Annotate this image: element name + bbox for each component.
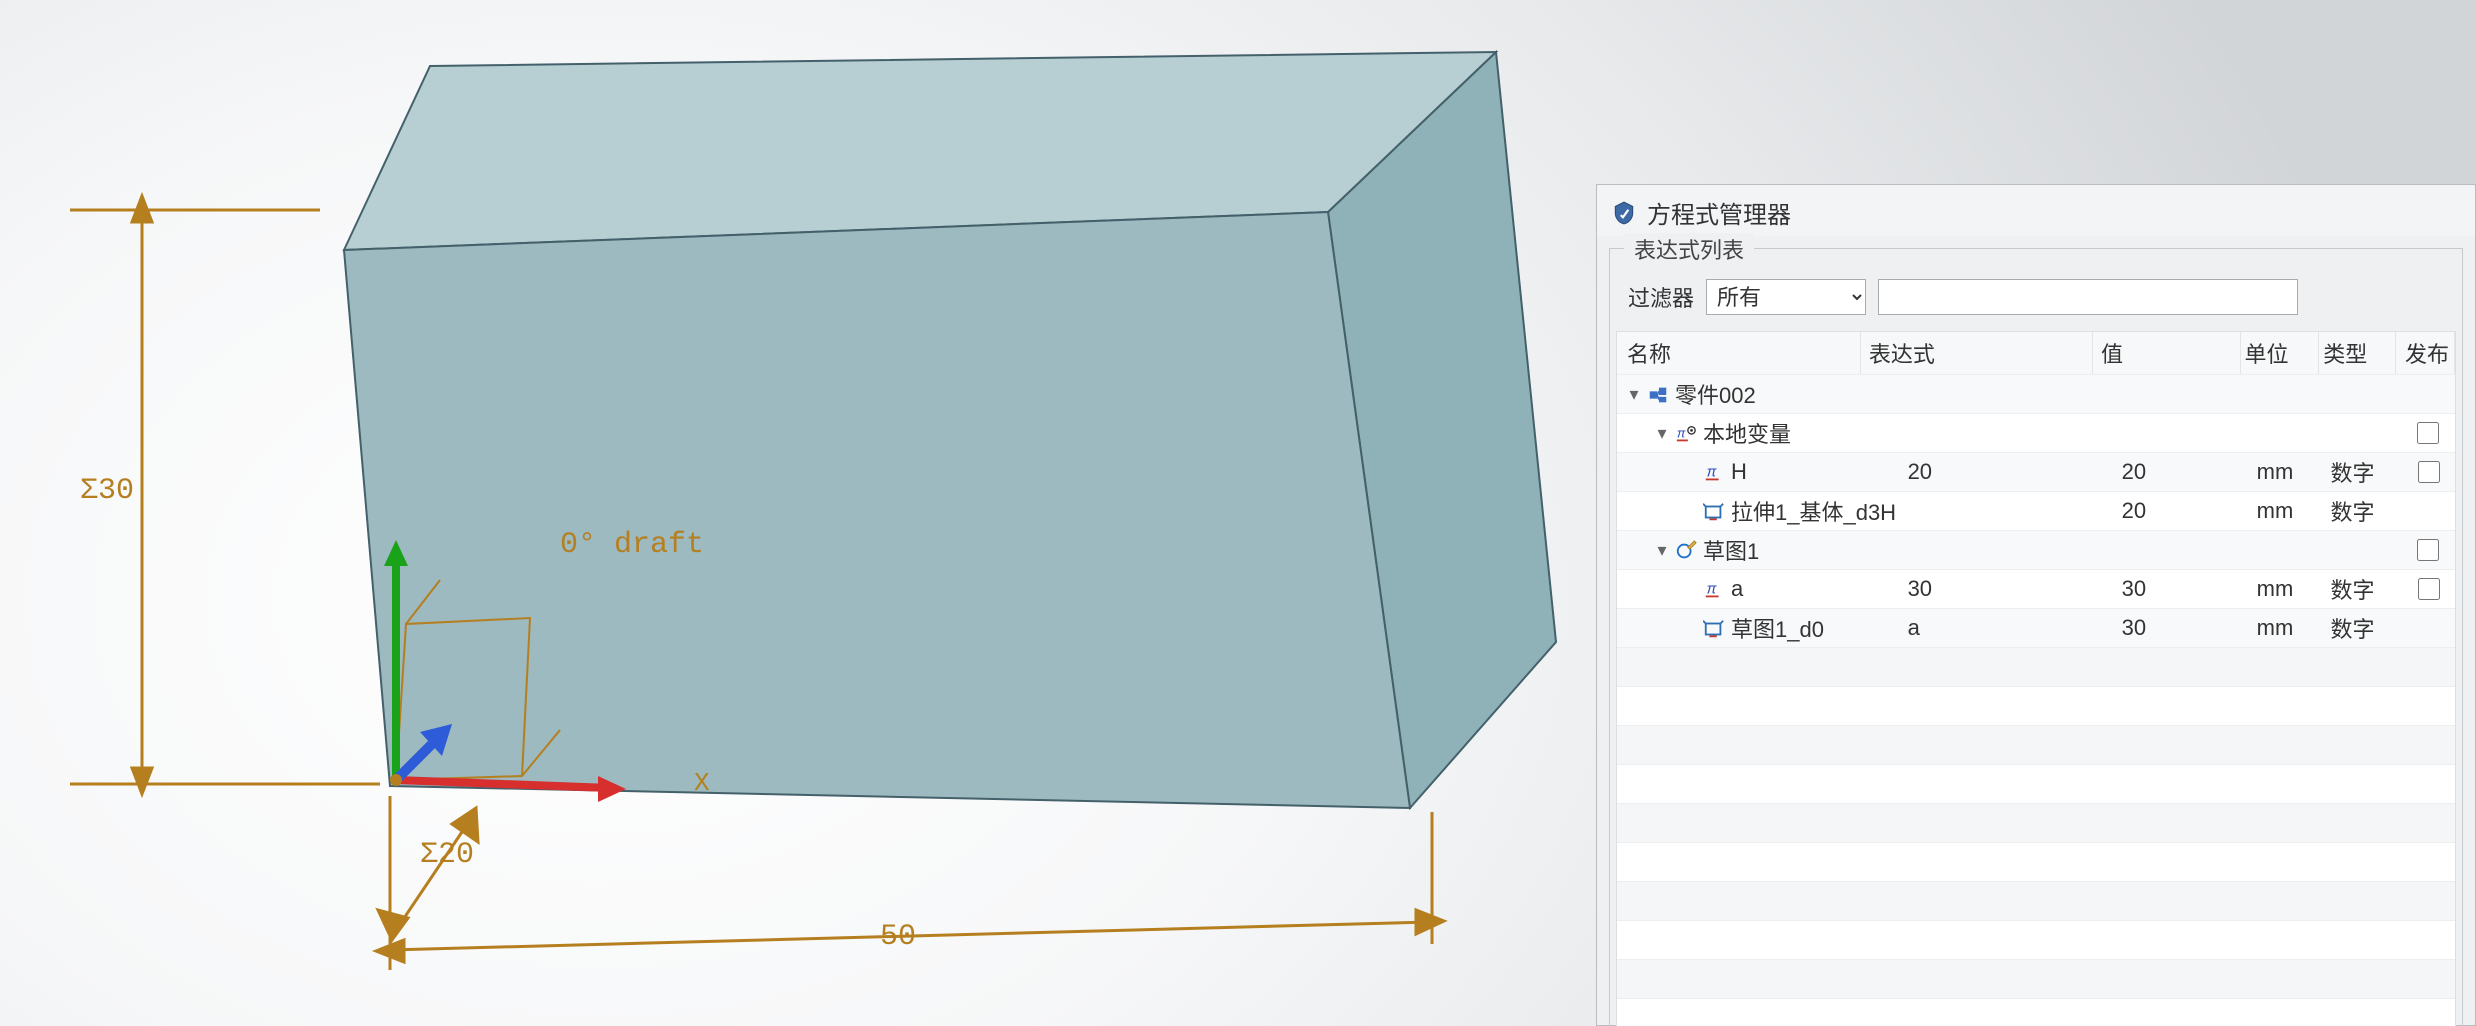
filter-label: 过滤器 — [1628, 281, 1694, 313]
cell-type: 数字 — [2326, 456, 2398, 488]
cell-type: 数字 — [2326, 495, 2398, 527]
publish-checkbox[interactable] — [2418, 578, 2440, 600]
cell-name[interactable]: 拉伸1_基体_d3H — [1617, 495, 1900, 527]
publish-checkbox[interactable] — [2417, 422, 2439, 444]
cell-name[interactable]: ▾ 零件002 — [1617, 378, 1860, 410]
cell-type: 数字 — [2326, 612, 2398, 644]
viewport-3d[interactable]: Σ30 Σ20 50 0° draft X — [0, 0, 1600, 1026]
table-row-empty — [1617, 960, 2455, 999]
table-row-empty — [1617, 804, 2455, 843]
part-icon — [1647, 381, 1669, 407]
table-row[interactable]: ▾ 草图1 — [1617, 531, 2455, 570]
cell-val: 30 — [2114, 576, 2253, 602]
svg-text:π: π — [1707, 582, 1718, 598]
header-val[interactable]: 值 — [2093, 332, 2241, 374]
table-row-empty — [1617, 648, 2455, 687]
cell-name[interactable]: ▾ 草图1 — [1617, 534, 1880, 566]
cell-name[interactable]: πH — [1617, 459, 1900, 485]
cell-expr[interactable]: 30 — [1900, 576, 2114, 602]
header-type[interactable]: 类型 — [2319, 332, 2396, 374]
table-row-empty — [1617, 726, 2455, 765]
table-row-empty — [1617, 765, 2455, 804]
table-row-empty — [1617, 882, 2455, 921]
panel-title-bar: 方程式管理器 — [1597, 185, 2475, 236]
axis-x-label: X — [694, 768, 710, 798]
feature-icon — [1703, 615, 1725, 641]
table-row[interactable]: 拉伸1_基体_d3H 20mm数字 — [1617, 492, 2455, 531]
cell-expr[interactable]: a — [1900, 615, 2114, 641]
cell-publish[interactable] — [2399, 575, 2455, 603]
expand-toggle-icon[interactable]: ▾ — [1655, 423, 1669, 444]
table-header: 名称 表达式 值 单位 类型 发布 — [1617, 332, 2455, 375]
cell-publish[interactable] — [2397, 419, 2455, 447]
feature-icon — [1703, 498, 1725, 524]
row-name-text: 拉伸1_基体_d3H — [1731, 495, 1896, 527]
row-name-text: 本地变量 — [1703, 417, 1791, 449]
row-name-text: 草图1 — [1703, 534, 1759, 566]
header-expr[interactable]: 表达式 — [1861, 332, 2093, 374]
panel-title-text: 方程式管理器 — [1647, 195, 1791, 230]
table-row[interactable]: ▾ π 本地变量 — [1617, 414, 2455, 453]
svg-text:π: π — [1707, 465, 1718, 481]
dim-depth-label: Σ20 — [420, 838, 474, 872]
pi-icon: π — [1703, 459, 1725, 485]
groupbox-label: 表达式列表 — [1624, 233, 1754, 265]
dim-depth — [378, 808, 478, 940]
cell-unit: mm — [2253, 576, 2327, 602]
expand-toggle-icon[interactable]: ▾ — [1627, 384, 1641, 405]
table-row[interactable]: 草图1_d0 a30mm数字 — [1617, 609, 2455, 648]
row-name-text: 草图1_d0 — [1731, 612, 1824, 644]
table-row-empty — [1617, 687, 2455, 726]
table-row-empty — [1617, 921, 2455, 960]
cell-expr[interactable]: 20 — [1900, 459, 2114, 485]
table-row[interactable]: πa3030mm数字 — [1617, 570, 2455, 609]
table-row[interactable]: πH2020mm数字 — [1617, 453, 2455, 492]
pi-icon: π — [1703, 576, 1725, 602]
table-row[interactable]: ▾ 零件002 — [1617, 375, 2455, 414]
dim-height-label: Σ30 — [80, 474, 134, 508]
cell-val: 20 — [2114, 498, 2253, 524]
row-name-text: H — [1731, 459, 1747, 485]
row-name-text: 零件002 — [1675, 378, 1756, 410]
expand-toggle-icon[interactable]: ▾ — [1655, 540, 1669, 561]
cell-name[interactable]: 草图1_d0 — [1617, 612, 1900, 644]
header-unit[interactable]: 单位 — [2241, 332, 2320, 374]
cell-unit: mm — [2253, 459, 2327, 485]
filter-select[interactable]: 所有 — [1706, 279, 1866, 315]
cell-publish[interactable] — [2399, 458, 2455, 486]
row-name-text: a — [1731, 576, 1743, 602]
publish-checkbox[interactable] — [2417, 539, 2439, 561]
filter-search-input[interactable] — [1878, 279, 2298, 315]
svg-text:π: π — [1677, 426, 1686, 441]
cell-publish[interactable] — [2397, 536, 2455, 564]
draft-label: 0° draft — [560, 528, 704, 562]
expression-table: 名称 表达式 值 单位 类型 发布 ▾零件002▾π本地变量πH2020mm数字… — [1616, 331, 2456, 1026]
table-row-empty — [1617, 843, 2455, 882]
equation-manager-panel: 方程式管理器 表达式列表 过滤器 所有 名称 表达式 值 单位 类型 发布 — [1596, 184, 2476, 1026]
equation-manager-icon — [1611, 199, 1637, 227]
sketch-icon — [1675, 537, 1697, 563]
cell-unit: mm — [2253, 498, 2327, 524]
cell-type: 数字 — [2326, 573, 2398, 605]
expression-list-group: 表达式列表 过滤器 所有 名称 表达式 值 单位 类型 发布 ▾零件002▾π本… — [1609, 248, 2463, 1026]
header-pub[interactable]: 发布 — [2396, 332, 2455, 374]
cell-unit: mm — [2253, 615, 2327, 641]
cell-name[interactable]: ▾ π 本地变量 — [1617, 417, 1880, 449]
cell-val: 30 — [2114, 615, 2253, 641]
table-row-empty — [1617, 999, 2455, 1026]
cell-val: 20 — [2114, 459, 2253, 485]
cell-name[interactable]: πa — [1617, 576, 1900, 602]
dim-length-label: 50 — [880, 920, 916, 954]
publish-checkbox[interactable] — [2418, 461, 2440, 483]
locals-icon: π — [1675, 420, 1697, 446]
header-name[interactable]: 名称 — [1617, 332, 1861, 374]
